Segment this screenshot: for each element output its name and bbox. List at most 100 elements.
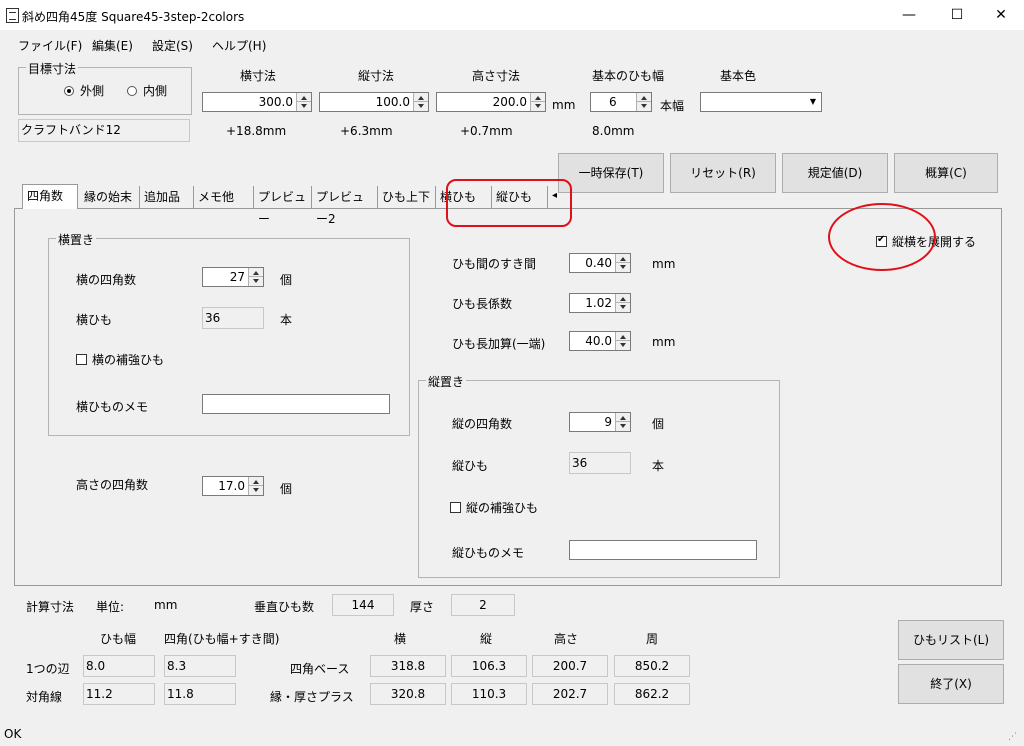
vertical-reinforce-checkbox[interactable] [450,502,461,513]
height-input[interactable]: 200.0 [436,92,546,112]
band-width-mm: 8.0mm [592,124,635,138]
width-spinner[interactable] [296,93,311,111]
outer-label: 外側 [80,84,105,98]
add-spinner[interactable] [615,332,630,350]
band-width-input[interactable]: 6 [590,92,652,112]
vertical-group-title: 縦置き [426,373,467,390]
tab-edge[interactable]: 縁の始末 [80,186,140,208]
col-width: 横 [394,632,407,646]
horizontal-count-value: 27 [229,270,245,284]
status-bar [0,724,1024,746]
col-perimeter: 周 [646,632,659,646]
tab-preview[interactable]: プレビュー [254,186,312,226]
band-list-button[interactable]: ひもリスト(L) [898,620,1004,660]
height-count-label: 高さの四角数 [76,478,149,492]
window-title: 斜め四角45度 Square45-3step-2colors [22,10,245,24]
base-label: 四角ベース [290,662,350,676]
width-input[interactable]: 300.0 [202,92,312,112]
vertical-band-field: 36 [569,452,631,474]
calc-unit-label: 単位: [96,600,125,614]
width-value: 300.0 [258,95,293,109]
reset-button[interactable]: リセット(R) [670,153,776,193]
horizontal-count-unit: 個 [280,273,293,287]
col-square: 四角(ひも幅+すき間) [164,632,280,646]
color-select[interactable]: ▼ [700,92,822,112]
edge-height: 202.7 [532,683,608,705]
horizontal-band-label: 横ひも [76,313,113,327]
close-button[interactable]: ✕ [978,0,1024,30]
depth-value: 100.0 [375,95,410,109]
chevron-down-icon[interactable]: ▼ [805,93,821,111]
horizontal-count-label: 横の四角数 [76,273,137,287]
gap-spinner[interactable] [615,254,630,272]
tab-band-updown[interactable]: ひも上下 [378,186,436,208]
menu-file[interactable]: ファイル(F) [18,37,82,54]
base-depth: 106.3 [451,655,527,677]
band-width-spinner[interactable] [636,93,651,111]
thickness-field: 2 [451,594,515,616]
row-diagonal-band: 11.2 [83,683,155,705]
horizontal-memo-label: 横ひものメモ [76,400,149,414]
coef-input[interactable]: 1.02 [569,293,631,313]
depth-input[interactable]: 100.0 [319,92,429,112]
vertical-count-value: 9 [604,415,612,429]
gap-unit: mm [652,257,676,271]
horizontal-count-spinner[interactable] [248,268,263,286]
resize-grip-icon[interactable]: ⋰ [1008,732,1018,742]
height-value: 200.0 [492,95,527,109]
outer-radio[interactable] [64,86,74,96]
gap-input[interactable]: 0.40 [569,253,631,273]
vertical-count-input[interactable]: 9 [569,412,631,432]
horizontal-band-field: 36 [202,307,264,329]
band-name-field: クラフトバンド12 [18,119,190,142]
color-label: 基本色 [720,69,757,83]
tab-square-count[interactable]: 四角数 [22,184,78,209]
col-depth: 縦 [480,632,493,646]
coef-spinner[interactable] [615,294,630,312]
estimate-button[interactable]: 概算(C) [894,153,998,193]
temp-save-button[interactable]: 一時保存(T) [558,153,664,193]
row-one-side-band: 8.0 [83,655,155,677]
row-diagonal-label: 対角線 [26,690,63,704]
tab-memo[interactable]: メモ他 [194,186,254,208]
gap-value: 0.40 [585,256,612,270]
dims-unit: mm [552,98,576,112]
calc-title: 計算寸法 [26,600,75,614]
height-count-input[interactable]: 17.0 [202,476,264,496]
vertical-count-label: 縦の四角数 [452,417,513,431]
status-text: OK [4,727,22,741]
tab-addition[interactable]: 追加品 [140,186,194,208]
vertical-bands-label: 垂直ひも数 [254,600,315,614]
vertical-count-spinner[interactable] [615,413,630,431]
horizontal-band-unit: 本 [280,313,293,327]
minimize-button[interactable]: — [886,0,932,30]
menu-help[interactable]: ヘルプ(H) [212,37,266,54]
inner-radio[interactable] [127,86,137,96]
vertical-memo-input[interactable] [569,540,757,560]
width-diff: +18.8mm [226,124,287,138]
base-width: 318.8 [370,655,446,677]
horizontal-reinforce-checkbox[interactable] [76,354,87,365]
horizontal-memo-input[interactable] [202,394,390,414]
add-input[interactable]: 40.0 [569,331,631,351]
row-diagonal-square: 11.8 [164,683,236,705]
annotation-highlight-tabs [446,179,572,227]
exit-button[interactable]: 終了(X) [898,664,1004,704]
calc-unit-value: mm [154,598,178,612]
maximize-button[interactable]: ☐ [934,0,980,30]
width-label: 横寸法 [240,69,277,83]
row-one-side-label: 1つの辺 [26,662,70,676]
default-button[interactable]: 規定値(D) [782,153,888,193]
height-spinner[interactable] [530,93,545,111]
base-perimeter: 850.2 [614,655,690,677]
band-width-label: 基本のひも幅 [592,69,665,83]
tab-preview2[interactable]: プレビュー2 [312,186,378,226]
vertical-reinforce-label: 縦の補強ひも [466,501,539,515]
horizontal-count-input[interactable]: 27 [202,267,264,287]
depth-spinner[interactable] [413,93,428,111]
menu-settings[interactable]: 設定(S) [152,37,193,54]
height-count-spinner[interactable] [248,477,263,495]
vertical-bands-field: 144 [332,594,394,616]
col-band-width: ひも幅 [100,632,137,646]
menu-edit[interactable]: 編集(E) [92,37,133,54]
